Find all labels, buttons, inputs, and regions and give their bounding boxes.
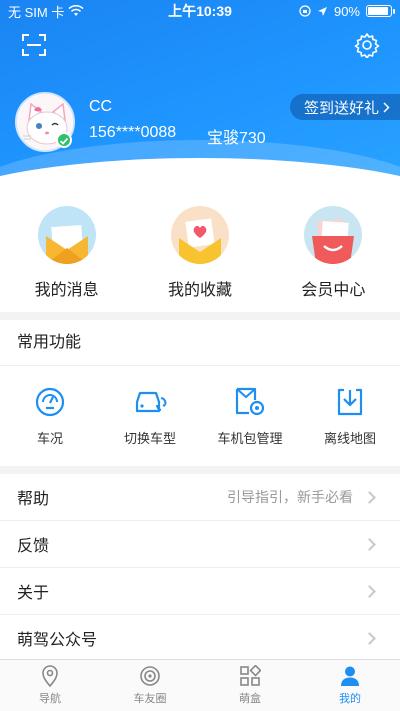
camera-lens-icon	[140, 666, 160, 686]
settings-gear-icon[interactable]	[354, 32, 380, 58]
signin-gift-button[interactable]: 签到送好礼	[289, 94, 400, 120]
download-icon	[337, 388, 363, 416]
profile-header: 无 SIM 卡 上午10:39 90% CC 156****0088 宝骏730…	[0, 0, 400, 200]
user-name: CC	[89, 98, 113, 115]
common-functions: 车况 切换车型 车机包管理 离线地图	[0, 366, 400, 466]
heart-envelope-icon	[170, 206, 229, 264]
menu-item-help[interactable]: 帮助 引导指引，新手必看	[0, 474, 400, 521]
func-label: 车机包管理	[217, 431, 283, 446]
func-offline-map[interactable]: 离线地图	[300, 366, 400, 466]
envelope-icon	[37, 206, 96, 264]
menu-item-official-account[interactable]: 萌驾公众号	[0, 615, 400, 662]
tab-label: 车友圈	[133, 693, 167, 705]
gift-bag-icon	[304, 206, 363, 264]
bottom-tab-bar: 导航 车友圈 萌盒 我的	[0, 659, 400, 711]
func-label: 切换车型	[123, 431, 176, 446]
battery-icon	[366, 5, 395, 17]
user-phone: 156****0088	[89, 124, 177, 141]
func-switch-model[interactable]: 切换车型	[100, 366, 200, 466]
clock: 上午10:39	[168, 3, 232, 19]
package-gear-icon	[235, 387, 265, 416]
scan-icon[interactable]	[22, 34, 46, 56]
menu-item-label: 关于	[17, 585, 50, 602]
settings-menu: 帮助 引导指引，新手必看 反馈 关于 萌驾公众号	[0, 474, 400, 662]
grid-apps-icon	[240, 665, 261, 686]
status-bar: 无 SIM 卡 上午10:39 90%	[0, 0, 400, 22]
func-car-status[interactable]: 车况	[0, 366, 100, 466]
user-car-model: 宝骏730	[207, 130, 266, 147]
chevron-right-icon	[363, 631, 376, 645]
func-package-manage[interactable]: 车机包管理	[200, 366, 300, 466]
tab-label: 我的	[339, 693, 361, 705]
menu-item-about[interactable]: 关于	[0, 568, 400, 615]
car-switch-icon	[135, 391, 167, 413]
location-pin-icon	[42, 665, 58, 687]
battery-fill	[368, 7, 388, 15]
chevron-right-icon	[363, 490, 376, 504]
tab-car-friends[interactable]: 车友圈	[100, 660, 200, 711]
menu-item-hint: 引导指引，新手必看	[227, 489, 353, 505]
quick-item-label: 我的消息	[34, 282, 99, 299]
tab-navigation[interactable]: 导航	[0, 660, 100, 711]
func-label: 车况	[36, 431, 63, 446]
signin-label: 签到送好礼	[303, 99, 379, 117]
menu-item-label: 反馈	[17, 538, 50, 555]
menu-item-label: 帮助	[17, 491, 50, 508]
quick-actions: 我的消息 我的收藏 会员中心	[0, 200, 400, 312]
tab-box[interactable]: 萌盒	[200, 660, 300, 711]
quick-item-favorites[interactable]: 我的收藏	[133, 200, 266, 312]
func-label: 离线地图	[323, 431, 376, 446]
quick-item-label: 会员中心	[301, 282, 366, 299]
quick-item-messages[interactable]: 我的消息	[0, 200, 133, 312]
menu-item-label: 萌驾公众号	[17, 632, 98, 649]
common-functions-title: 常用功能	[0, 320, 400, 366]
quick-item-label: 我的收藏	[167, 282, 232, 299]
tab-label: 导航	[39, 693, 61, 705]
tab-mine[interactable]: 我的	[300, 660, 400, 711]
verified-badge-icon	[56, 132, 72, 148]
chevron-right-icon	[363, 537, 376, 551]
user-icon	[341, 666, 359, 686]
menu-item-feedback[interactable]: 反馈	[0, 521, 400, 568]
quick-item-membership[interactable]: 会员中心	[267, 200, 400, 312]
speedometer-icon	[35, 387, 65, 417]
chevron-right-icon	[363, 584, 376, 598]
tab-label: 萌盒	[239, 693, 261, 705]
chevron-right-icon	[383, 101, 390, 113]
